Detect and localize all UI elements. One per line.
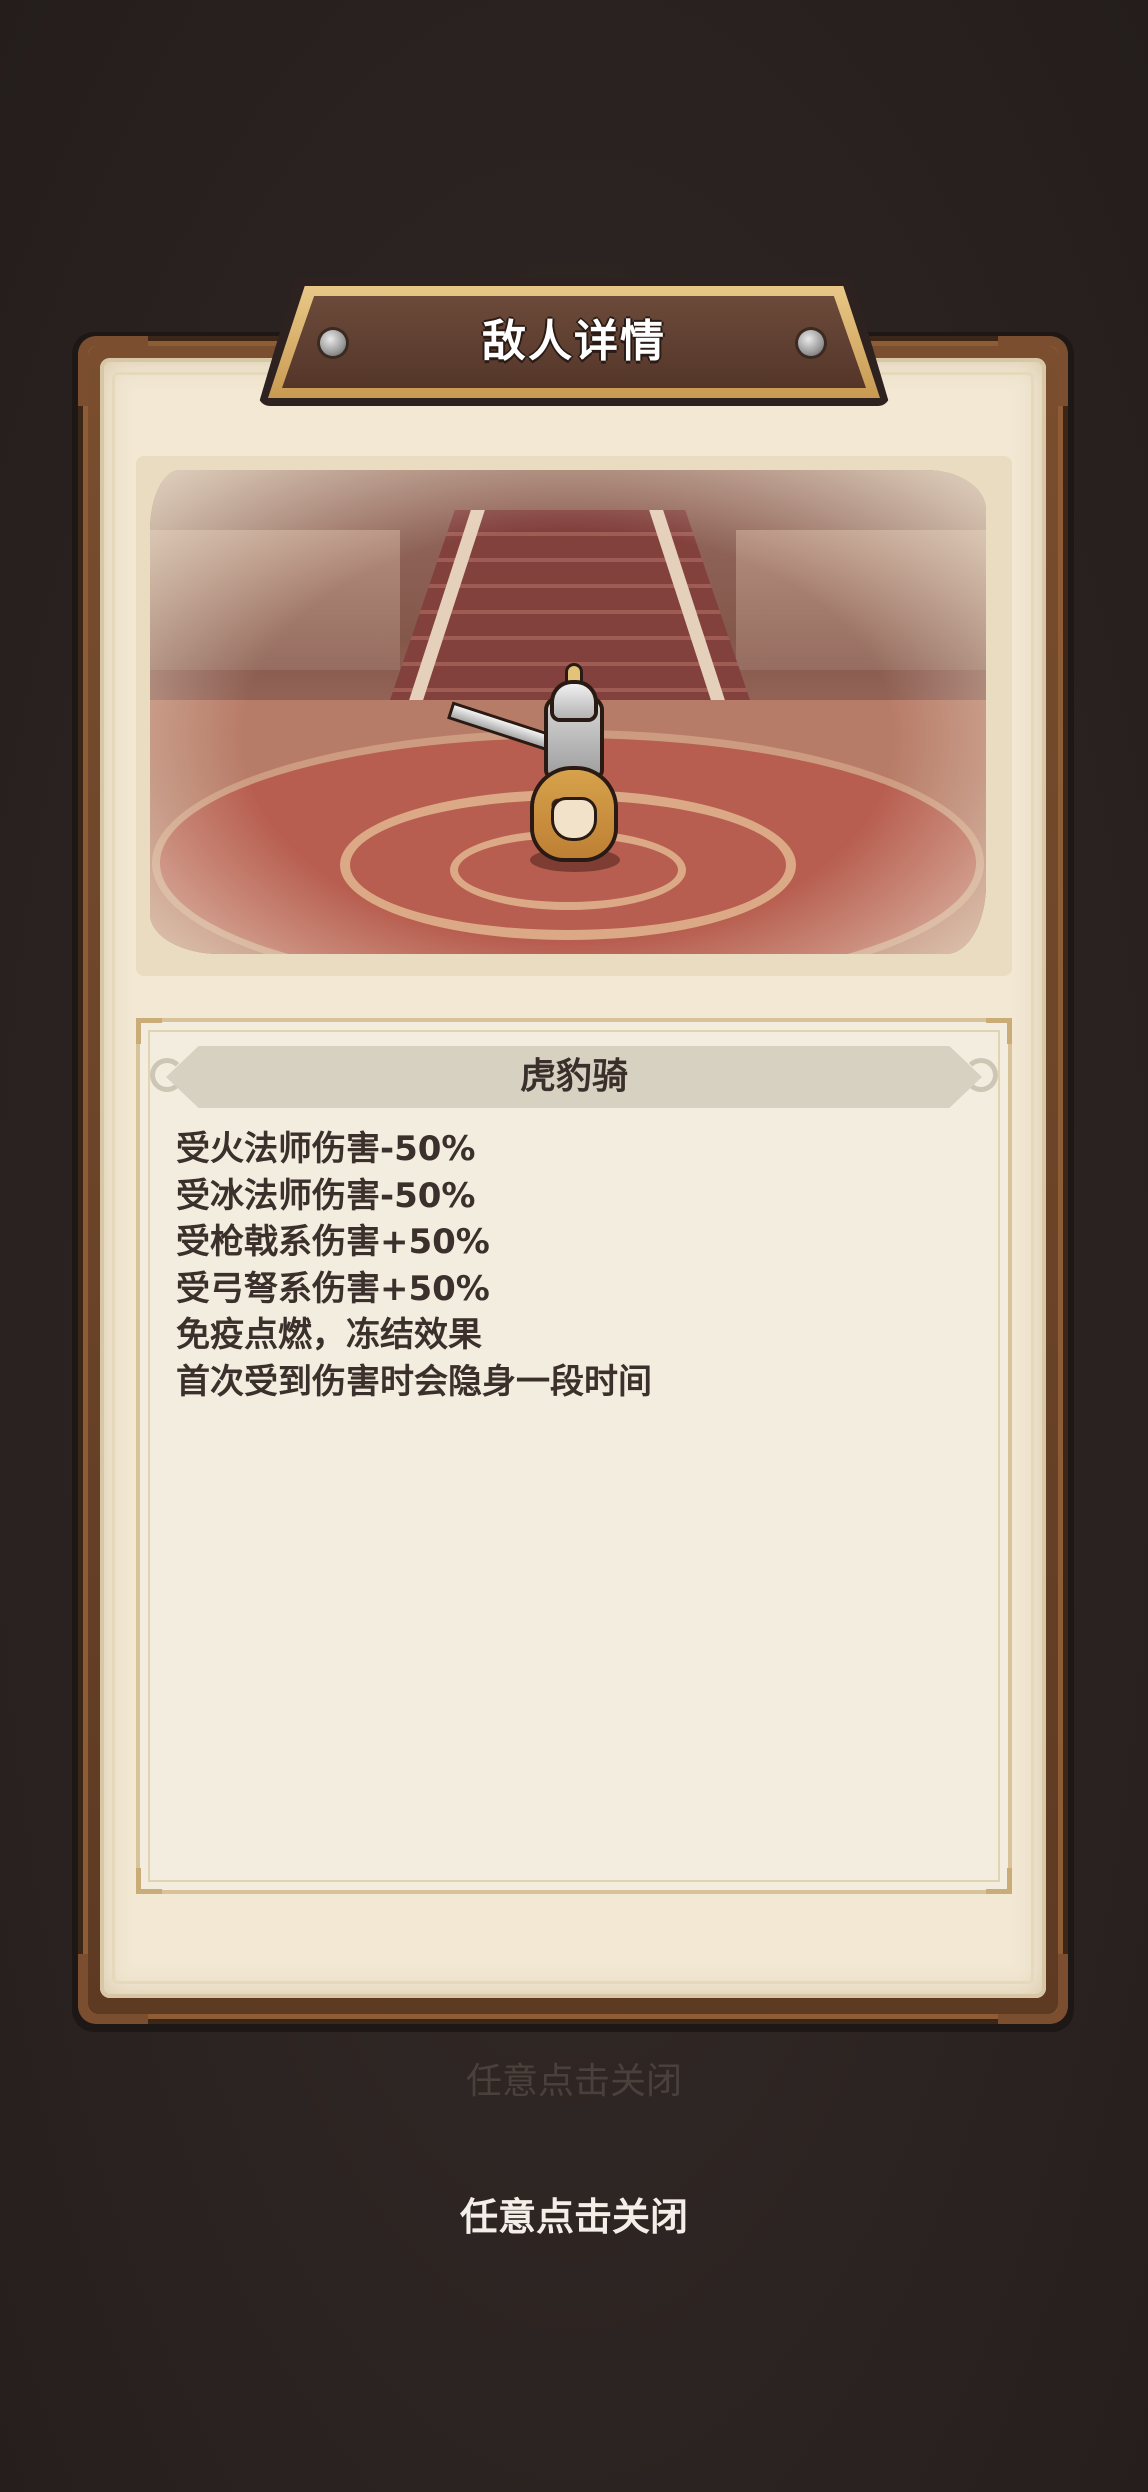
- enemy-trait: 受冰法师伤害-50%: [176, 1175, 476, 1216]
- background-close-hint: 任意点击关闭: [465, 2061, 682, 2102]
- enemy-preview-image: [150, 470, 986, 954]
- frame-corner: [998, 1954, 1068, 2024]
- enemy-trait: 首次受到伤害时会隐身一段时间: [176, 1361, 652, 1402]
- card-corner-ornament: [986, 1018, 1012, 1044]
- enemy-trait: 受火法师伤害-50%: [176, 1129, 476, 1169]
- card-corner-ornament: [136, 1868, 162, 1894]
- enemy-trait-list: 受火法师伤害-50% 受冰法师伤害-50% 受枪戟系伤害+50% 受弓弩系伤害+…: [176, 1126, 966, 1405]
- enemy-trait: 受弓弩系伤害+50%: [176, 1268, 490, 1309]
- dialog-title: 敌人详情: [482, 316, 666, 367]
- card-corner-ornament: [986, 1868, 1012, 1894]
- preview-vignette: [150, 470, 986, 954]
- enemy-trait: 免疫点燃，冻结效果: [176, 1315, 482, 1355]
- enemy-trait: 受枪戟系伤害+50%: [176, 1222, 490, 1262]
- tap-to-close-hint[interactable]: 任意点击关闭: [0, 2192, 1148, 2242]
- frame-corner: [78, 336, 148, 406]
- frame-corner: [78, 1954, 148, 2024]
- frame-corner: [998, 336, 1068, 406]
- enemy-name: 虎豹骑: [519, 1056, 628, 1097]
- card-corner-ornament: [136, 1018, 162, 1044]
